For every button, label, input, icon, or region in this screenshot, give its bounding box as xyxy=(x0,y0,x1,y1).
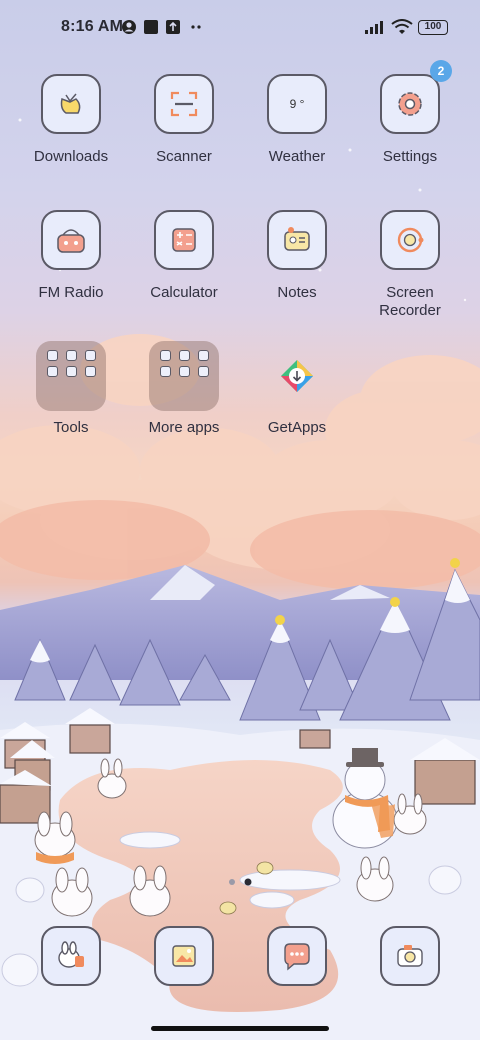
app-label: More apps xyxy=(148,419,220,436)
app-label: Settings xyxy=(382,148,438,165)
app-label: Calculator xyxy=(150,284,218,301)
app-getapps[interactable]: GetApps xyxy=(241,341,353,437)
app-downloads[interactable]: Downloads xyxy=(15,74,127,166)
account-icon xyxy=(122,20,136,34)
notification-badge: 2 xyxy=(430,60,452,82)
app-label: FM Radio xyxy=(38,284,104,301)
folder-icon xyxy=(36,341,106,411)
dock-app-phone[interactable] xyxy=(15,926,127,986)
signal-icon xyxy=(365,21,383,34)
radio-icon xyxy=(41,210,101,270)
app-settings[interactable]: Settings xyxy=(354,74,466,166)
home-screen: 8:16 AM 100 Downloads Scanner 9 ° Weathe… xyxy=(0,0,480,1040)
folder-icon xyxy=(149,341,219,411)
battery-level: 100 xyxy=(424,21,442,32)
app-fm-radio[interactable]: FM Radio xyxy=(15,210,127,302)
folder-tools[interactable]: Tools xyxy=(15,341,127,437)
mini-app-icon xyxy=(159,350,171,361)
wifi-icon xyxy=(391,19,413,34)
messages-icon xyxy=(267,926,327,986)
screen-recorder-icon xyxy=(380,210,440,270)
mini-app-icon xyxy=(65,350,77,361)
settings-icon xyxy=(380,74,440,134)
dock-app-messages[interactable] xyxy=(241,926,353,986)
mini-app-icon xyxy=(46,350,58,361)
app-notes[interactable]: Notes xyxy=(241,210,353,302)
downloads-icon xyxy=(41,74,101,134)
mini-app-icon xyxy=(197,350,209,361)
mini-app-icon xyxy=(46,366,58,377)
folder-more-apps[interactable]: More apps xyxy=(128,341,240,437)
scanner-icon xyxy=(154,74,214,134)
app-label-line1: Screen xyxy=(386,284,434,301)
battery-icon: 100 xyxy=(418,20,448,35)
gallery-icon xyxy=(154,926,214,986)
mini-app-icon xyxy=(84,366,96,377)
app-label: GetApps xyxy=(267,419,327,436)
app-label: Screen Recorder xyxy=(354,284,466,320)
dock-app-camera[interactable] xyxy=(354,926,466,986)
status-bar: 8:16 AM 100 xyxy=(0,0,480,56)
app-label: Tools xyxy=(53,419,89,436)
app-weather[interactable]: 9 ° Weather xyxy=(241,74,353,166)
getapps-icon xyxy=(262,341,332,411)
app-label: Notes xyxy=(277,284,317,301)
mini-app-icon xyxy=(84,350,96,361)
weather-temp: 9 ° xyxy=(289,97,305,111)
mini-app-icon xyxy=(197,366,209,377)
calculator-icon xyxy=(154,210,214,270)
app-label: Downloads xyxy=(33,148,109,165)
mini-app-icon xyxy=(65,366,77,377)
app-scanner[interactable]: Scanner xyxy=(128,74,240,166)
mini-app-icon xyxy=(178,350,190,361)
home-gesture-bar[interactable] xyxy=(151,1026,329,1031)
mini-app-icon xyxy=(178,366,190,377)
app-label: Weather xyxy=(268,148,326,165)
page-indicator[interactable] xyxy=(226,877,256,887)
mini-app-icon xyxy=(159,366,171,377)
app-calculator[interactable]: Calculator xyxy=(128,210,240,302)
dock-app-gallery[interactable] xyxy=(128,926,240,986)
app-label: Scanner xyxy=(156,148,212,165)
weather-icon: 9 ° xyxy=(267,74,327,134)
status-time: 8:16 AM xyxy=(61,18,124,35)
notes-icon xyxy=(267,210,327,270)
more-dots-icon xyxy=(191,25,201,29)
phone-icon xyxy=(41,926,101,986)
app-square-icon xyxy=(144,20,158,34)
app-screen-recorder[interactable]: Screen Recorder xyxy=(354,210,466,320)
camera-icon xyxy=(380,926,440,986)
upload-icon xyxy=(166,20,180,34)
app-label-line2: Recorder xyxy=(379,302,441,319)
